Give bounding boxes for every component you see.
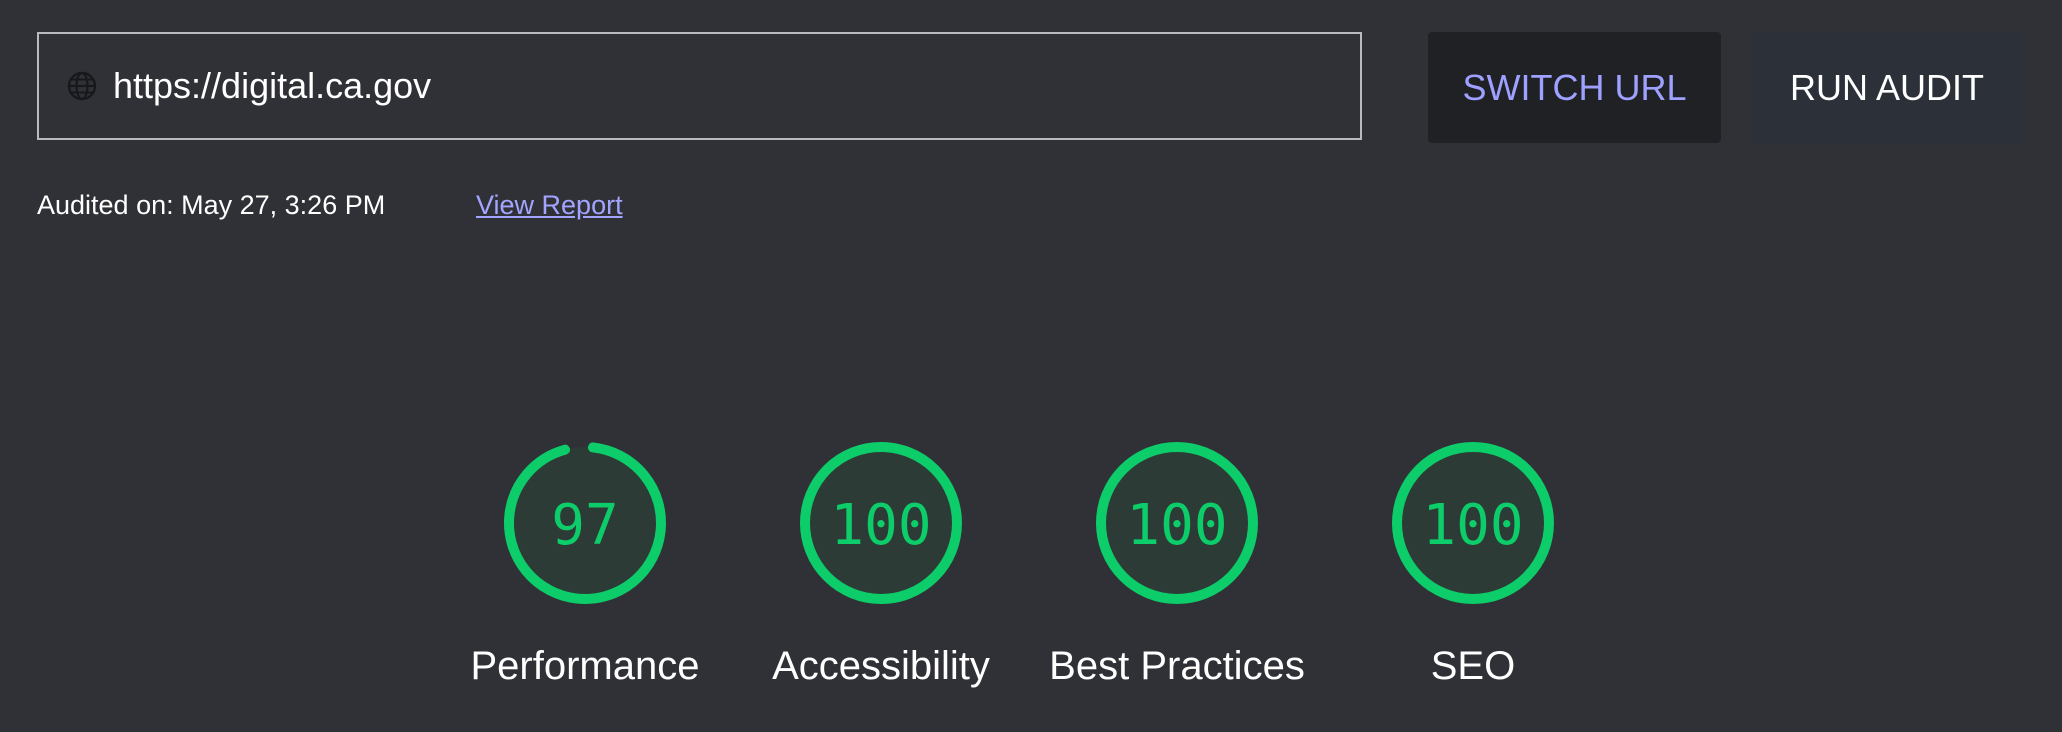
best-practices-gauge-ring: 100 [1096,442,1258,604]
url-field[interactable] [37,32,1362,140]
view-report-link[interactable]: View Report [476,190,623,221]
run-audit-button[interactable]: RUN AUDIT [1753,32,2021,143]
url-input[interactable] [113,65,1313,107]
audited-on-text: Audited on: May 27, 3:26 PM [37,190,386,220]
score-gauge-accessibility[interactable]: 100 Accessibility [731,440,1031,689]
best-practices-score: 100 [1126,493,1227,558]
seo-score: 100 [1422,493,1523,558]
switch-url-button[interactable]: SWITCH URL [1428,32,1721,143]
best-practices-label: Best Practices [1049,644,1305,688]
accessibility-gauge-ring: 100 [800,442,962,604]
performance-label: Performance [470,644,700,688]
accessibility-score: 100 [830,493,931,558]
score-gauge-best-practices[interactable]: 100 Best Practices [1027,440,1327,689]
accessibility-label: Accessibility [772,644,990,688]
performance-score: 97 [551,493,618,558]
globe-icon [65,69,99,103]
score-gauge-performance[interactable]: 97 Performance [435,440,735,689]
performance-gauge-ring: 97 [504,442,666,604]
score-gauge-seo[interactable]: 100 SEO [1323,440,1623,689]
seo-gauge-ring: 100 [1392,442,1554,604]
seo-label: SEO [1430,644,1516,688]
